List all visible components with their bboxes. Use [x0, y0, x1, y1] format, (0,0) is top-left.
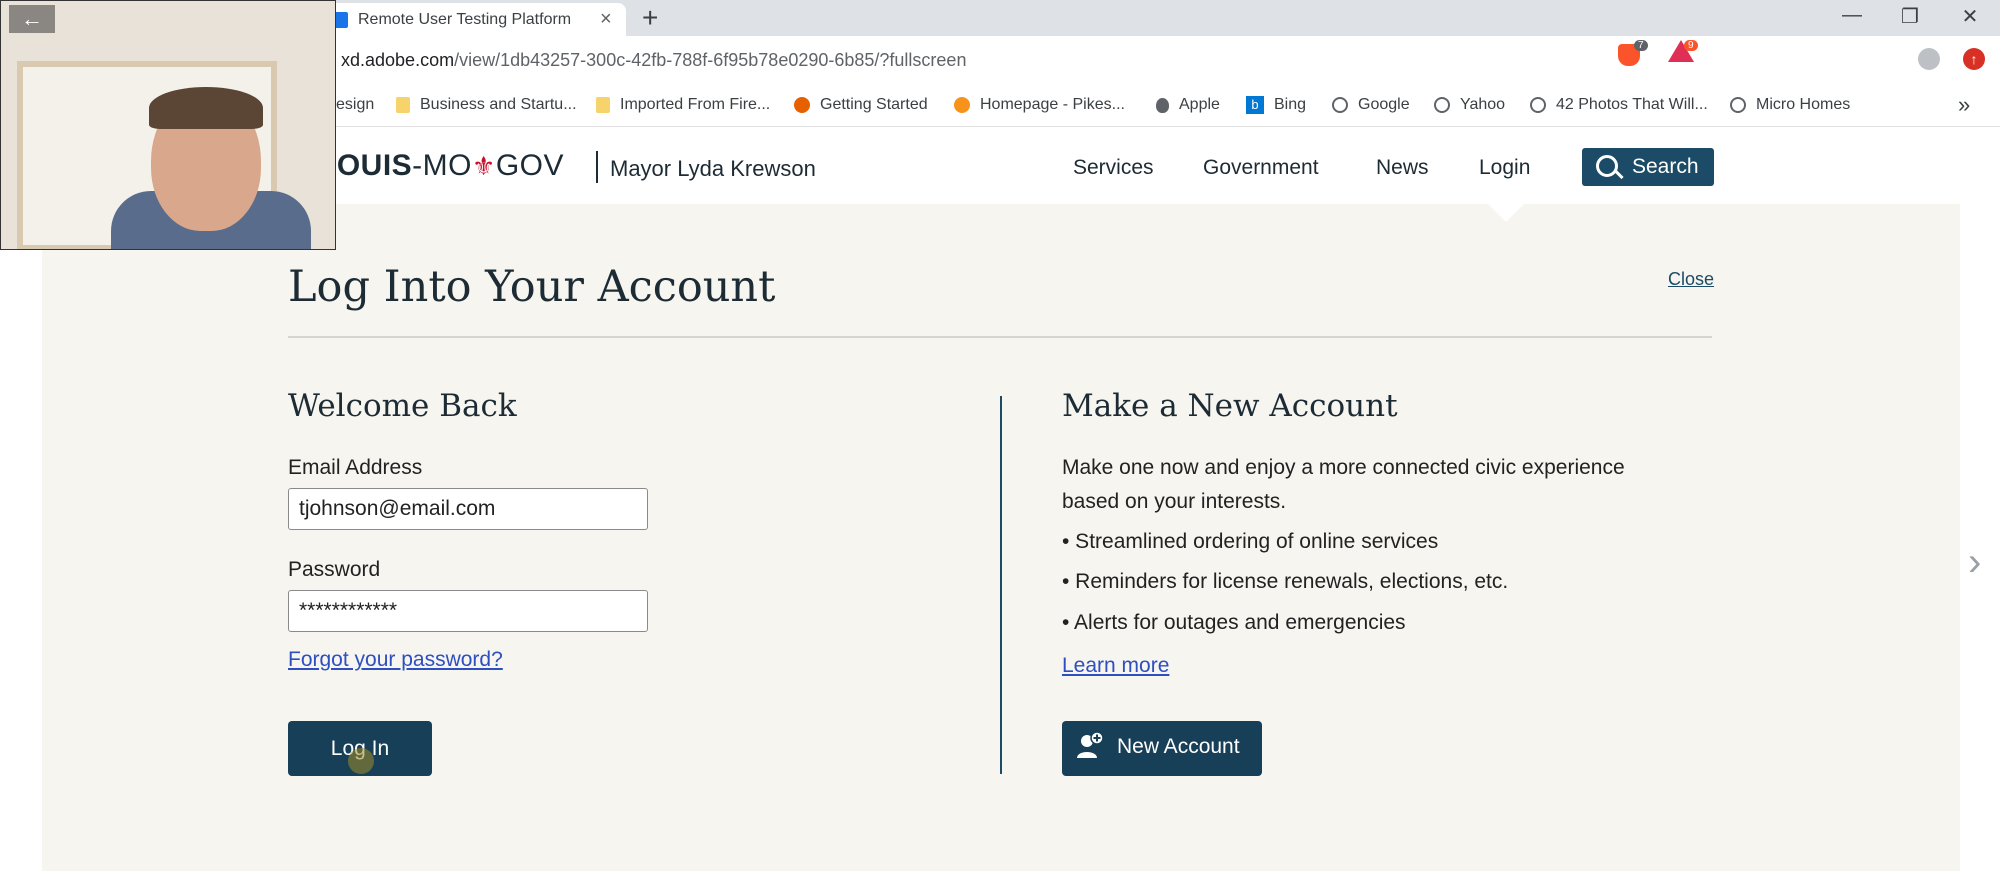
nav-login[interactable]: Login	[1479, 156, 1530, 180]
new-account-intro: Make one now and enjoy a more connected …	[1062, 456, 1625, 479]
fleur-de-lis-icon: ⚜	[472, 151, 496, 181]
bookmark-item[interactable]: Yahoo	[1434, 96, 1505, 114]
new-tab-icon[interactable]: +	[642, 2, 658, 34]
email-label: Email Address	[288, 456, 423, 479]
learn-more-link[interactable]: Learn more	[1062, 654, 1169, 678]
column-divider	[1000, 396, 1002, 774]
back-arrow-icon[interactable]: ←	[9, 5, 55, 33]
globe-icon	[1530, 97, 1546, 113]
bookmark-item[interactable]: Imported From Fire...	[596, 96, 770, 114]
benefit-item: • Streamlined ordering of online service…	[1062, 530, 1439, 553]
globe-icon	[1434, 97, 1450, 113]
panel-caret	[1480, 196, 1532, 222]
logo-divider	[596, 151, 598, 183]
profile-avatar-icon[interactable]	[1918, 48, 1940, 70]
bookmark-item[interactable]: Homepage - Pikes...	[954, 96, 1125, 114]
add-user-icon	[1077, 731, 1104, 758]
next-screen-chevron-icon[interactable]: ›	[1968, 540, 1981, 585]
bing-icon: b	[1246, 96, 1264, 114]
benefit-item: • Alerts for outages and emergencies	[1062, 611, 1406, 634]
restore-icon[interactable]: ❐	[1890, 4, 1930, 29]
nav-services[interactable]: Services	[1073, 156, 1154, 180]
password-field[interactable]	[288, 590, 648, 632]
bitcoin-icon	[954, 97, 970, 113]
page-title: Log Into Your Account	[288, 262, 776, 312]
forgot-password-link[interactable]: Forgot your password?	[288, 648, 503, 672]
search-label: Search	[1632, 155, 1699, 178]
bookmark-item[interactable]: Google	[1332, 96, 1410, 114]
apple-icon	[1156, 97, 1169, 113]
folder-icon	[396, 97, 410, 113]
bookmark-item[interactable]: Apple	[1156, 96, 1220, 114]
benefit-item: • Reminders for license renewals, electi…	[1062, 570, 1509, 593]
rewards-count-badge: 9	[1684, 40, 1698, 51]
bookmark-item[interactable]: esign	[336, 96, 374, 114]
new-account-button[interactable]: New Account	[1062, 721, 1262, 776]
window-close-icon[interactable]: ✕	[1950, 4, 1990, 29]
browser-tab[interactable]: Remote User Testing Platform | Us ×	[318, 3, 626, 36]
shields-count-badge: 7	[1634, 40, 1648, 51]
url-text[interactable]: xd.adobe.com/view/1db43257-300c-42fb-788…	[341, 50, 966, 71]
update-arrow-icon[interactable]: ↑	[1963, 48, 1985, 70]
bookmark-item[interactable]: 42 Photos That Will...	[1530, 96, 1708, 114]
tab-close-icon[interactable]: ×	[600, 8, 612, 31]
new-account-label: New Account	[1117, 735, 1240, 758]
webcam-video-overlay: ←	[0, 0, 336, 250]
pointer-cursor-icon	[348, 748, 374, 774]
site-logo[interactable]: LOUIS-MO⚜GOV	[318, 149, 564, 183]
nav-news[interactable]: News	[1376, 156, 1429, 180]
mayor-name: Mayor Lyda Krewson	[610, 156, 816, 181]
title-divider	[288, 336, 1712, 338]
search-button[interactable]: Search	[1582, 148, 1714, 186]
minimize-icon[interactable]: —	[1832, 4, 1872, 27]
password-label: Password	[288, 558, 381, 581]
new-account-heading: Make a New Account	[1062, 388, 1398, 424]
bookmarks-overflow-icon[interactable]: »	[1958, 92, 1970, 118]
welcome-heading: Welcome Back	[288, 388, 517, 424]
bookmark-item[interactable]: Business and Startu...	[396, 96, 577, 114]
bookmark-item[interactable]: b Bing	[1246, 96, 1306, 114]
participant-hair	[149, 87, 263, 129]
tab-title: Remote User Testing Platform | Us	[358, 11, 572, 28]
globe-icon	[1730, 97, 1746, 113]
firefox-icon	[794, 97, 810, 113]
bookmark-item[interactable]: Getting Started	[794, 96, 928, 114]
bookmark-item[interactable]: Micro Homes	[1730, 96, 1850, 114]
nav-government[interactable]: Government	[1203, 156, 1319, 180]
globe-icon	[1332, 97, 1348, 113]
email-field[interactable]	[288, 488, 648, 530]
new-account-intro: based on your interests.	[1062, 490, 1287, 513]
close-link[interactable]: Close	[1668, 269, 1714, 290]
address-bar[interactable]: xd.adobe.com/view/1db43257-300c-42fb-788…	[325, 43, 1705, 77]
folder-icon	[596, 97, 610, 113]
search-icon	[1596, 155, 1618, 177]
